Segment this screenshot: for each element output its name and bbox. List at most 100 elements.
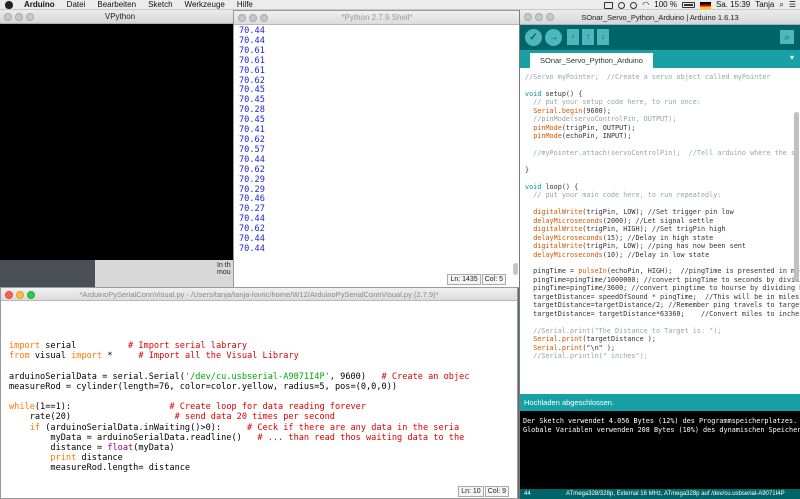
code-token: if	[29, 422, 41, 433]
minimize-button[interactable]	[535, 13, 543, 21]
menu-datei[interactable]: Datei	[61, 0, 92, 10]
arduino-toolbar: ✓ → ▫ ↑ ↓ ⌕	[520, 25, 800, 50]
scroll-thumb[interactable]	[794, 112, 799, 282]
status-area: ◠ 100 % Sa. 15:39 Tanja ⌕ ☰	[599, 0, 796, 10]
arduino-ide-window[interactable]: SOnar_Servo_Python_Arduino | Arduino 1.6…	[519, 10, 800, 499]
battery-icon[interactable]	[681, 2, 695, 8]
code-line: }	[525, 165, 530, 174]
code-line: targetDistance= speedOfSound * pingTime;…	[525, 292, 800, 301]
vpython-window[interactable]: VPython	[0, 10, 240, 260]
column-indicator: Col: 9	[484, 486, 509, 497]
editor-title: *ArduinoPySerialConnVisual.py - /Users/t…	[79, 290, 439, 299]
vpython-title: VPython	[104, 12, 136, 21]
scroll-thumb[interactable]	[513, 263, 518, 275]
upload-icon[interactable]: →	[545, 29, 562, 46]
open-icon[interactable]: ↑	[582, 29, 594, 45]
code-comment: # send data 20 times per second	[174, 412, 335, 423]
shell-titlebar[interactable]: *Python 2.7.9 Shell*	[234, 11, 520, 25]
close-button[interactable]	[524, 13, 532, 21]
serial-monitor-icon[interactable]: ⌕	[780, 30, 794, 44]
save-icon[interactable]: ↓	[597, 29, 609, 45]
wifi-icon[interactable]: ◠	[642, 0, 649, 10]
tab-sketch[interactable]: SOnar_Servo_Python_Arduino	[530, 53, 653, 68]
user-name[interactable]: Tanja	[755, 0, 774, 10]
arduino-title: SOnar_Servo_Python_Arduino | Arduino 1.6…	[581, 13, 739, 22]
code-token: delayMicroseconds	[533, 250, 603, 259]
code-token: pinMode	[533, 132, 562, 141]
menu-sketch[interactable]: Sketch	[142, 0, 178, 10]
code-token: (targetDistance );	[582, 335, 656, 344]
code-token: arduinoSerialData = serial.Serial(	[9, 371, 185, 382]
menu-hilfe[interactable]: Hilfe	[231, 0, 259, 10]
code-comment: //Servo myPointer; //Create a servo obje…	[525, 73, 771, 81]
code-string: '/dev/cu.usbserial-A9071I4P'	[184, 371, 330, 382]
editor-titlebar[interactable]: *ArduinoPySerialConnVisual.py - /Users/t…	[1, 288, 517, 301]
arduino-scrollbar[interactable]	[794, 72, 799, 392]
arduino-footer: 44 ATmega328/328p, External 16 MHz, ATme…	[520, 489, 800, 499]
minimize-button[interactable]	[249, 14, 257, 22]
keyboard-flag-icon[interactable]	[699, 1, 711, 9]
line-indicator: Ln: 1435	[447, 274, 481, 285]
minimize-button[interactable]	[15, 13, 23, 21]
search-icon[interactable]: ⌕	[779, 0, 783, 10]
board-info: ATmega328/328p, External 16 MHz, ATmega3…	[566, 491, 785, 497]
apple-icon[interactable]	[5, 0, 13, 9]
code-token: visual	[29, 351, 72, 362]
screen-icon[interactable]	[604, 1, 614, 9]
close-button[interactable]	[5, 291, 13, 299]
notification-icon[interactable]: ☰	[789, 0, 796, 10]
close-button[interactable]	[4, 13, 12, 21]
time-machine-icon[interactable]	[618, 1, 626, 9]
code-line: measureRod = cylinder(length=76, color=c…	[9, 381, 398, 392]
code-token: (trigPin, LOW); //ping has now been sent	[582, 242, 746, 251]
bluetooth-icon[interactable]	[630, 1, 638, 9]
code-line: pingTime=pingTime/3600; //convert pingti…	[525, 284, 800, 293]
minimize-button[interactable]	[16, 291, 24, 299]
code-comment: // put your setup code here, to run once…	[525, 98, 701, 107]
menu-app[interactable]: Arduino	[18, 0, 61, 10]
code-builtin: float	[107, 443, 134, 454]
editor-code[interactable]: import serial # Import serial labrary fr…	[1, 301, 517, 474]
new-icon[interactable]: ▫	[567, 29, 579, 45]
line-number: 44	[524, 491, 531, 497]
code-comment: # ... than read thos waiting data to the	[257, 432, 465, 443]
code-token: Serial	[533, 343, 558, 352]
menu-werkzeuge[interactable]: Werkzeuge	[179, 0, 231, 10]
vpython-titlebar[interactable]: VPython	[0, 10, 240, 24]
zoom-button[interactable]	[260, 14, 268, 22]
code-token: while	[9, 402, 35, 413]
background-window: In th mou	[0, 260, 240, 290]
shell-output[interactable]: 70.44 70.44 70.61 70.61 70.61 70.62 70.4…	[234, 25, 520, 255]
window-controls	[5, 291, 35, 299]
clock[interactable]: Sa. 15:39	[716, 0, 750, 10]
code-comment: //pinMode(servoControlPin, OUTPUT);	[525, 115, 677, 124]
console-output[interactable]: Der Sketch verwendet 4.056 Bytes (12%) d…	[520, 411, 800, 489]
tab-menu-icon[interactable]: ▾	[790, 53, 794, 62]
zoom-button[interactable]	[546, 13, 554, 21]
code-line: targetDistance=targetDistance/2; //Remem…	[525, 301, 800, 310]
code-comment: //Serial.print("The Distance to Target i…	[525, 326, 722, 335]
code-token: (myData)	[133, 443, 175, 454]
zoom-button[interactable]	[27, 291, 35, 299]
close-button[interactable]	[238, 14, 246, 22]
code-comment: # Create an objec	[381, 371, 470, 382]
battery-percent[interactable]: 100 %	[654, 0, 677, 10]
code-token: pulseIn	[578, 267, 607, 276]
window-controls	[4, 13, 34, 21]
arduino-titlebar[interactable]: SOnar_Servo_Python_Arduino | Arduino 1.6…	[520, 10, 800, 25]
arduino-code[interactable]: //Servo myPointer; //Create a servo obje…	[520, 68, 800, 398]
menu-bearbeiten[interactable]: Bearbeiten	[91, 0, 142, 10]
python-editor-window[interactable]: *ArduinoPySerialConnVisual.py - /Users/t…	[0, 287, 518, 499]
zoom-button[interactable]	[26, 13, 34, 21]
code-token: (1==1):	[34, 402, 170, 413]
code-token: (trigPin, OUTPUT);	[561, 123, 636, 132]
shell-title: *Python 2.7.9 Shell*	[341, 13, 413, 22]
background-dark-area	[0, 260, 95, 290]
code-token: digitalWrite	[533, 208, 583, 217]
code-token: (echoPin, HIGH); //pingTime is presented…	[606, 267, 800, 276]
verify-icon[interactable]: ✓	[525, 29, 542, 46]
python-shell-window[interactable]: *Python 2.7.9 Shell* 70.44 70.44 70.61 7…	[233, 10, 521, 288]
shell-scrollbar[interactable]	[513, 27, 518, 281]
